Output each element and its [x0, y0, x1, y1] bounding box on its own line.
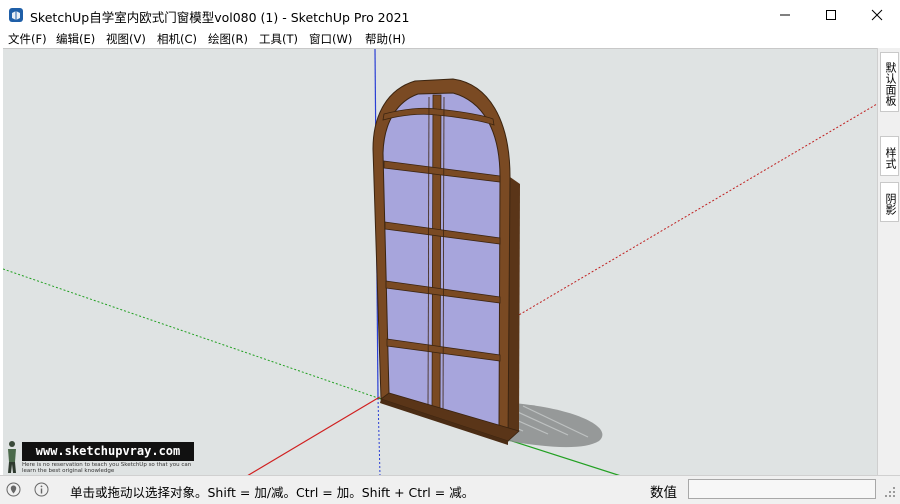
tray-tab-shadows[interactable]: 阴影 — [880, 182, 899, 222]
close-button[interactable] — [854, 0, 900, 30]
default-tray: 默认面板 样式 阴影 — [877, 48, 900, 475]
person-figure-icon — [8, 441, 16, 473]
minimize-button[interactable] — [762, 0, 808, 30]
tray-tab-styles[interactable]: 样式 — [880, 136, 899, 176]
red-axis-negative — [246, 397, 379, 476]
menu-camera[interactable]: 相机(C) — [157, 31, 197, 47]
menu-help[interactable]: 帮助(H) — [365, 31, 406, 47]
geo-location-icon[interactable] — [6, 482, 21, 497]
window-title: SketchUp自学室内欧式门窗模型vol080 (1) - SketchUp … — [30, 10, 410, 25]
arched-window-frame[interactable] — [372, 78, 520, 445]
title-bar: SketchUp自学室内欧式门窗模型vol080 (1) - SketchUp … — [0, 0, 900, 30]
status-message: 单击或拖动以选择对象。Shift = 加/减。Ctrl = 加。Shift + … — [70, 485, 475, 500]
info-icon[interactable] — [34, 482, 49, 497]
sketchup-app-icon[interactable] — [8, 7, 24, 23]
model-viewport[interactable] — [3, 48, 877, 476]
menu-view[interactable]: 视图(V) — [106, 31, 146, 47]
maximize-button[interactable] — [808, 0, 854, 30]
viewport-canvas[interactable] — [3, 49, 877, 476]
menu-window[interactable]: 窗口(W) — [309, 31, 352, 47]
maximize-icon — [826, 10, 836, 20]
menu-tools[interactable]: 工具(T) — [259, 31, 298, 47]
tray-tab-default-panel[interactable]: 默认面板 — [880, 52, 899, 112]
blue-axis-negative — [377, 397, 381, 476]
watermark-tagline: Here is no reservation to teach you Sket… — [22, 462, 192, 474]
watermark-site: www.sketchupvray.com — [22, 442, 194, 461]
menu-edit[interactable]: 编辑(E) — [56, 31, 95, 47]
menu-draw[interactable]: 绘图(R) — [208, 31, 248, 47]
resize-grip-icon[interactable] — [884, 486, 896, 498]
green-axis-negative — [3, 268, 379, 399]
minimize-icon — [780, 14, 790, 16]
status-bar: 单击或拖动以选择对象。Shift = 加/减。Ctrl = 加。Shift + … — [0, 475, 900, 504]
measurements-label: 数值 — [650, 485, 677, 501]
measurements-input[interactable] — [688, 479, 876, 499]
close-icon — [871, 9, 883, 21]
menu-file[interactable]: 文件(F) — [8, 31, 47, 47]
menu-bar: 文件(F) 编辑(E) 视图(V) 相机(C) 绘图(R) 工具(T) 窗口(W… — [0, 30, 900, 48]
watermark: www.sketchupvray.com Here is no reservat… — [4, 438, 194, 474]
